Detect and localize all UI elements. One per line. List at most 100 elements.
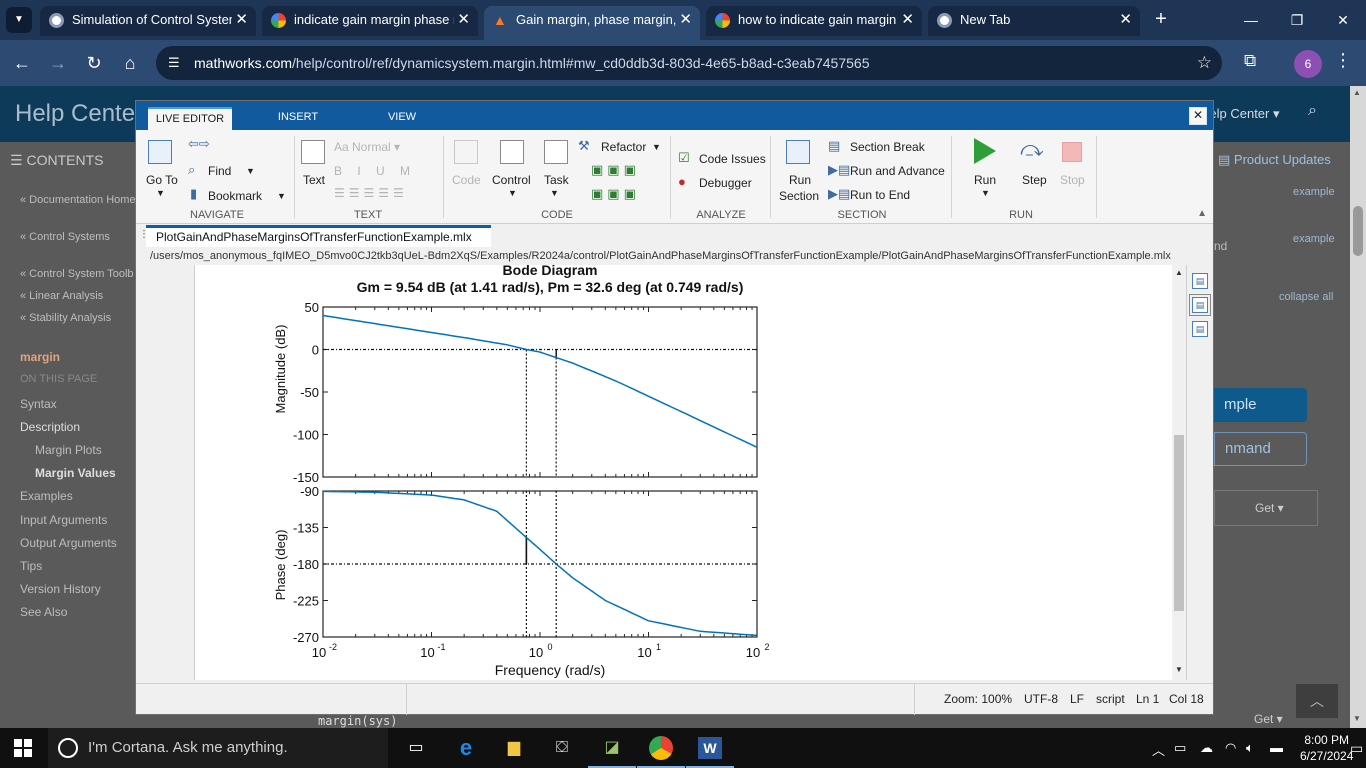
scroll-thumb[interactable] — [1353, 206, 1363, 256]
chevron-down-icon[interactable]: ▼ — [277, 191, 286, 201]
close-editor-icon[interactable]: ✕ — [1189, 107, 1207, 125]
chevron-down-icon[interactable]: ▼ — [550, 188, 559, 198]
tab-view[interactable]: VIEW — [360, 107, 444, 130]
chrome-app-icon[interactable] — [637, 734, 685, 768]
code-issues-button[interactable]: Code Issues — [699, 152, 766, 166]
comment-icons[interactable]: ▣▣▣ — [591, 162, 640, 178]
toc-output-arguments[interactable]: Output Arguments — [20, 536, 117, 550]
notification-icon[interactable]: ▭ — [1350, 740, 1363, 757]
back-arrow-icon[interactable]: ← — [10, 51, 34, 75]
task-button[interactable]: Task — [544, 173, 569, 187]
nav-linear-analysis[interactable]: « Linear Analysis — [20, 290, 103, 302]
extensions-puzzle-icon[interactable]: ⧉ — [1244, 51, 1256, 71]
new-tab-plus-icon[interactable]: + — [1149, 8, 1173, 32]
go-to-icon[interactable] — [148, 140, 172, 164]
toc-version-history[interactable]: Version History — [20, 582, 101, 596]
contents-toggle[interactable]: ☰ CONTENTS — [10, 152, 103, 169]
stop-button[interactable]: Stop — [1060, 173, 1085, 187]
scroll-up-icon[interactable]: ▲ — [1175, 268, 1183, 277]
text-format-buttons[interactable]: B I U M — [334, 164, 416, 178]
task-view-icon[interactable]: ▭ — [402, 734, 430, 762]
volume-icon[interactable]: 🔈︎ — [1246, 740, 1254, 756]
close-icon[interactable]: ✕ — [901, 6, 914, 34]
chevron-down-icon[interactable]: ▼ — [246, 166, 255, 176]
scroll-up-icon[interactable]: ▲ — [1353, 88, 1361, 97]
collapse-ribbon-icon[interactable]: ▲ — [1197, 208, 1207, 219]
onedrive-icon[interactable]: ☁ — [1200, 740, 1213, 756]
output-inline-icon[interactable]: ▤ — [1189, 294, 1211, 316]
text-icon[interactable] — [301, 140, 325, 164]
code-icon[interactable] — [454, 140, 478, 164]
run-to-end-button[interactable]: Run to End — [850, 188, 910, 202]
copy-command-button[interactable]: nmand — [1214, 432, 1307, 466]
nav-control-system-toolbox[interactable]: « Control System Toolb — [20, 268, 134, 280]
close-icon[interactable]: ✕ — [679, 6, 692, 34]
forward-arrow-icon[interactable]: → — [46, 51, 70, 75]
tab-insert[interactable]: INSERT — [256, 107, 340, 130]
text-button[interactable]: Text — [303, 173, 325, 187]
nav-control-systems[interactable]: « Control Systems — [20, 231, 110, 243]
collapse-all-link[interactable]: collapse all — [1279, 291, 1333, 303]
reload-icon[interactable]: ↻ — [82, 51, 106, 75]
step-button[interactable]: Step — [1022, 173, 1047, 187]
toc-description[interactable]: Description — [20, 420, 80, 434]
minimize-icon[interactable]: — — [1228, 0, 1274, 40]
run-section-button[interactable]: Run — [789, 173, 811, 187]
browser-tab[interactable]: indicate gain margin phase m ✕ — [262, 6, 478, 36]
toc-input-arguments[interactable]: Input Arguments — [20, 513, 107, 527]
site-info-icon[interactable]: ☰ — [168, 46, 180, 80]
run-section-button-line2[interactable]: Section — [779, 189, 819, 203]
product-updates-link[interactable]: ▤ Product Updates — [1218, 152, 1331, 168]
wifi-icon[interactable]: ◠ — [1225, 740, 1236, 756]
code-button[interactable]: Code — [452, 173, 481, 187]
home-icon[interactable]: ⌂ — [118, 51, 142, 75]
indent-icons[interactable]: ▣▣▣ — [591, 186, 640, 202]
chevron-down-icon[interactable]: ▼ — [156, 188, 165, 198]
example-link[interactable]: example — [1293, 186, 1335, 198]
toc-syntax[interactable]: Syntax — [20, 397, 57, 411]
refactor-button[interactable]: Refactor — [601, 140, 646, 154]
paragraph-format-buttons[interactable]: ☰☰☰☰☰ — [334, 186, 408, 200]
output-right-icon[interactable]: ▤ — [1192, 273, 1208, 289]
tab-search-chevron-icon[interactable]: ▼ — [6, 7, 32, 33]
windows-start-icon[interactable] — [14, 739, 32, 757]
run-button[interactable]: Run — [974, 173, 996, 187]
browser-tab-active[interactable]: ▲ Gain margin, phase margin, ✕ — [484, 6, 700, 40]
search-icon[interactable]: ⌕ — [1308, 102, 1317, 120]
nav-stability-analysis[interactable]: « Stability Analysis — [20, 312, 111, 324]
matlab-app-icon[interactable]: ◪ — [588, 734, 636, 768]
run-icon[interactable] — [974, 138, 996, 164]
close-icon[interactable]: ✕ — [1119, 6, 1132, 34]
browser-tab[interactable]: New Tab ✕ — [928, 6, 1140, 36]
document-tab[interactable]: PlotGainAndPhaseMarginsOfTransferFunctio… — [146, 225, 491, 247]
find-button[interactable]: Find — [208, 164, 231, 178]
tray-chevron-icon[interactable]: ︿ — [1152, 740, 1165, 759]
debugger-button[interactable]: Debugger — [699, 176, 752, 190]
scroll-down-icon[interactable]: ▼ — [1353, 714, 1361, 723]
back-to-top-button[interactable]: ︿ — [1296, 684, 1338, 718]
go-to-button[interactable]: Go To — [146, 173, 178, 187]
nav-documentation-home[interactable]: « Documentation Home — [20, 194, 136, 206]
address-bar[interactable]: ☰ mathworks.com/help/control/ref/dynamic… — [156, 46, 1222, 80]
bookmark-star-icon[interactable]: ☆ — [1197, 46, 1212, 80]
scroll-down-icon[interactable]: ▼ — [1175, 665, 1183, 674]
chevron-down-icon[interactable]: ▼ — [981, 188, 990, 198]
toc-see-also[interactable]: See Also — [20, 605, 67, 619]
word-icon[interactable]: W — [686, 734, 734, 768]
window-close-icon[interactable]: ✕ — [1320, 0, 1366, 40]
network-icon[interactable]: ▭ — [1174, 740, 1186, 756]
example-link[interactable]: example — [1293, 233, 1335, 245]
file-explorer-icon[interactable]: ▆ — [500, 734, 528, 762]
editor-scrollbar[interactable]: ▲ ▼ — [1172, 265, 1186, 680]
normal-style-dropdown[interactable]: Aa Normal ▾ — [334, 140, 400, 154]
keyboard-icon[interactable]: ▬ — [1270, 740, 1283, 755]
system-clock[interactable]: 8:00 PM 6/27/2024 — [1300, 732, 1353, 764]
toc-examples[interactable]: Examples — [20, 489, 73, 503]
toc-margin-plots[interactable]: Margin Plots — [35, 443, 102, 457]
control-button[interactable]: Control — [492, 173, 531, 187]
get-button[interactable]: Get ▾ — [1214, 490, 1318, 526]
edge-icon[interactable]: e — [452, 734, 480, 762]
stop-icon[interactable] — [1062, 142, 1082, 162]
more-options-icon[interactable]: ⋮ — [1334, 50, 1352, 71]
run-and-advance-button[interactable]: Run and Advance — [850, 164, 945, 178]
